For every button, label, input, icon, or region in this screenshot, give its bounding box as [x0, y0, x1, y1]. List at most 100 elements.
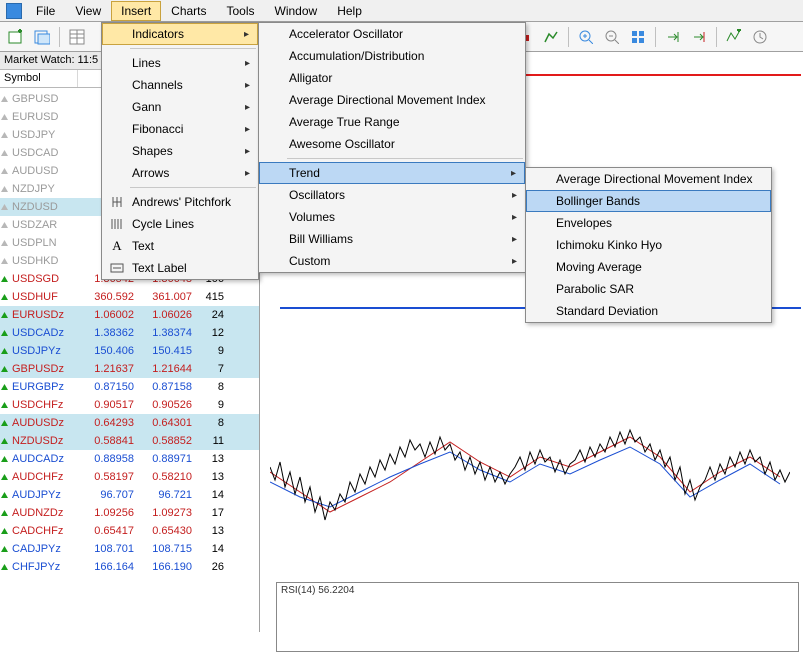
menu-item-oscillators[interactable]: Oscillators [259, 184, 525, 206]
menu-item-average-directional-movement-index[interactable]: Average Directional Movement Index [259, 89, 525, 111]
symbol-row[interactable]: AUDCHFz0.581970.5821013 [0, 468, 259, 486]
symbol-name: NZDJPY [12, 183, 76, 195]
symbol-row[interactable]: CADCHFz0.654170.6543013 [0, 522, 259, 540]
menu-item-bollinger-bands[interactable]: Bollinger Bands [526, 190, 771, 212]
symbol-row[interactable]: CADJPYz108.701108.71514 [0, 540, 259, 558]
zoom-out-button[interactable] [600, 26, 624, 48]
symbol-row[interactable]: AUDUSDz0.642930.643018 [0, 414, 259, 432]
rsi-indicator-panel[interactable]: RSI(14) 56.2204 [276, 582, 799, 652]
bid-price: 108.701 [76, 543, 134, 555]
menu-item-accumulation-distribution[interactable]: Accumulation/Distribution [259, 45, 525, 67]
menu-item-label: Gann [132, 100, 161, 114]
menu-window[interactable]: Window [265, 1, 328, 21]
periods-button[interactable] [748, 26, 772, 48]
menu-item-alligator[interactable]: Alligator [259, 67, 525, 89]
direction-icon [0, 563, 12, 572]
menu-item-average-directional-movement-index[interactable]: Average Directional Movement Index [526, 168, 771, 190]
symbol-row[interactable]: USDCHFz0.905170.905269 [0, 396, 259, 414]
symbol-row[interactable]: CHFJPYz166.164166.19026 [0, 558, 259, 576]
menu-item-label: Accumulation/Distribution [289, 49, 424, 63]
menu-item-bill-williams[interactable]: Bill Williams [259, 228, 525, 250]
menu-item-arrows[interactable]: Arrows [102, 162, 258, 184]
menu-item-label: Lines [132, 56, 161, 70]
symbol-name: AUDNZDz [12, 507, 76, 519]
menu-item-channels[interactable]: Channels [102, 74, 258, 96]
symbol-name: NZDUSD [12, 201, 76, 213]
symbol-name: USDPLN [12, 237, 76, 249]
menu-item-cycle-lines[interactable]: Cycle Lines [102, 213, 258, 235]
menu-item-volumes[interactable]: Volumes [259, 206, 525, 228]
ask-price: 0.88971 [134, 453, 192, 465]
symbol-row[interactable]: NZDUSDz0.588410.5885211 [0, 432, 259, 450]
pitchfork-icon [108, 193, 126, 211]
spread: 8 [192, 417, 224, 429]
ask-price: 1.09273 [134, 507, 192, 519]
symbol-row[interactable]: USDJPYz150.406150.4159 [0, 342, 259, 360]
toolbar-separator [568, 27, 569, 47]
label-icon [108, 259, 126, 277]
spread: 7 [192, 363, 224, 375]
menu-item-accelerator-oscillator[interactable]: Accelerator Oscillator [259, 23, 525, 45]
tile-windows-button[interactable] [626, 26, 650, 48]
symbol-name: USDCHFz [12, 399, 76, 411]
menu-item-label: Arrows [132, 166, 169, 180]
menu-item-envelopes[interactable]: Envelopes [526, 212, 771, 234]
column-symbol[interactable]: Symbol [0, 70, 78, 87]
menu-item-awesome-oscillator[interactable]: Awesome Oscillator [259, 133, 525, 155]
menu-item-trend[interactable]: Trend [259, 162, 525, 184]
autoscroll-button[interactable] [687, 26, 711, 48]
menu-item-moving-average[interactable]: Moving Average [526, 256, 771, 278]
bid-price: 0.58841 [76, 435, 134, 447]
menu-item-shapes[interactable]: Shapes [102, 140, 258, 162]
menu-view[interactable]: View [65, 1, 111, 21]
direction-icon [0, 221, 12, 230]
menu-item-ichimoku-kinko-hyo[interactable]: Ichimoku Kinko Hyo [526, 234, 771, 256]
app-icon [6, 3, 22, 19]
shift-end-button[interactable] [661, 26, 685, 48]
menu-charts[interactable]: Charts [161, 1, 216, 21]
market-watch-button[interactable] [65, 26, 89, 48]
menu-item-parabolic-sar[interactable]: Parabolic SAR [526, 278, 771, 300]
menu-tools[interactable]: Tools [217, 1, 265, 21]
menu-item-fibonacci[interactable]: Fibonacci [102, 118, 258, 140]
symbol-name: AUDJPYz [12, 489, 76, 501]
zoom-in-button[interactable] [574, 26, 598, 48]
menu-help[interactable]: Help [327, 1, 372, 21]
symbol-row[interactable]: AUDNZDz1.092561.0927317 [0, 504, 259, 522]
line-chart-button[interactable] [539, 26, 563, 48]
spread: 13 [192, 453, 224, 465]
new-chart-button[interactable] [4, 26, 28, 48]
ask-price: 96.721 [134, 489, 192, 501]
menu-item-text-label[interactable]: Text Label [102, 257, 258, 279]
symbol-row[interactable]: AUDJPYz96.70796.72114 [0, 486, 259, 504]
symbol-row[interactable]: GBPUSDz1.216371.216447 [0, 360, 259, 378]
symbol-row[interactable]: AUDCADz0.889580.8897113 [0, 450, 259, 468]
menu-item-custom[interactable]: Custom [259, 250, 525, 272]
menu-item-label: Trend [289, 166, 320, 180]
indicators-button[interactable] [722, 26, 746, 48]
symbol-row[interactable]: USDHUF360.592361.007415 [0, 288, 259, 306]
menu-item-label: Standard Deviation [556, 304, 658, 318]
menu-item-gann[interactable]: Gann [102, 96, 258, 118]
menu-file[interactable]: File [26, 1, 65, 21]
profiles-button[interactable] [30, 26, 54, 48]
menu-item-label: Alligator [289, 71, 332, 85]
bid-price: 0.65417 [76, 525, 134, 537]
symbol-row[interactable]: USDCADz1.383621.3837412 [0, 324, 259, 342]
menu-item-text[interactable]: AText [102, 235, 258, 257]
menu-item-indicators[interactable]: Indicators [102, 23, 258, 45]
menu-insert[interactable]: Insert [111, 1, 161, 21]
ask-price: 0.58210 [134, 471, 192, 483]
symbol-name: CHFJPYz [12, 561, 76, 573]
menu-item-label: Envelopes [556, 216, 612, 230]
symbol-row[interactable]: EURUSDz1.060021.0602624 [0, 306, 259, 324]
spread: 13 [192, 525, 224, 537]
menu-item-lines[interactable]: Lines [102, 52, 258, 74]
menu-item-average-true-range[interactable]: Average True Range [259, 111, 525, 133]
menu-item-standard-deviation[interactable]: Standard Deviation [526, 300, 771, 322]
toolbar-separator [59, 27, 60, 47]
symbol-row[interactable]: EURGBPz0.871500.871588 [0, 378, 259, 396]
direction-icon [0, 311, 12, 320]
price-chart [270, 402, 790, 572]
menu-item-andrews-pitchfork[interactable]: Andrews' Pitchfork [102, 191, 258, 213]
